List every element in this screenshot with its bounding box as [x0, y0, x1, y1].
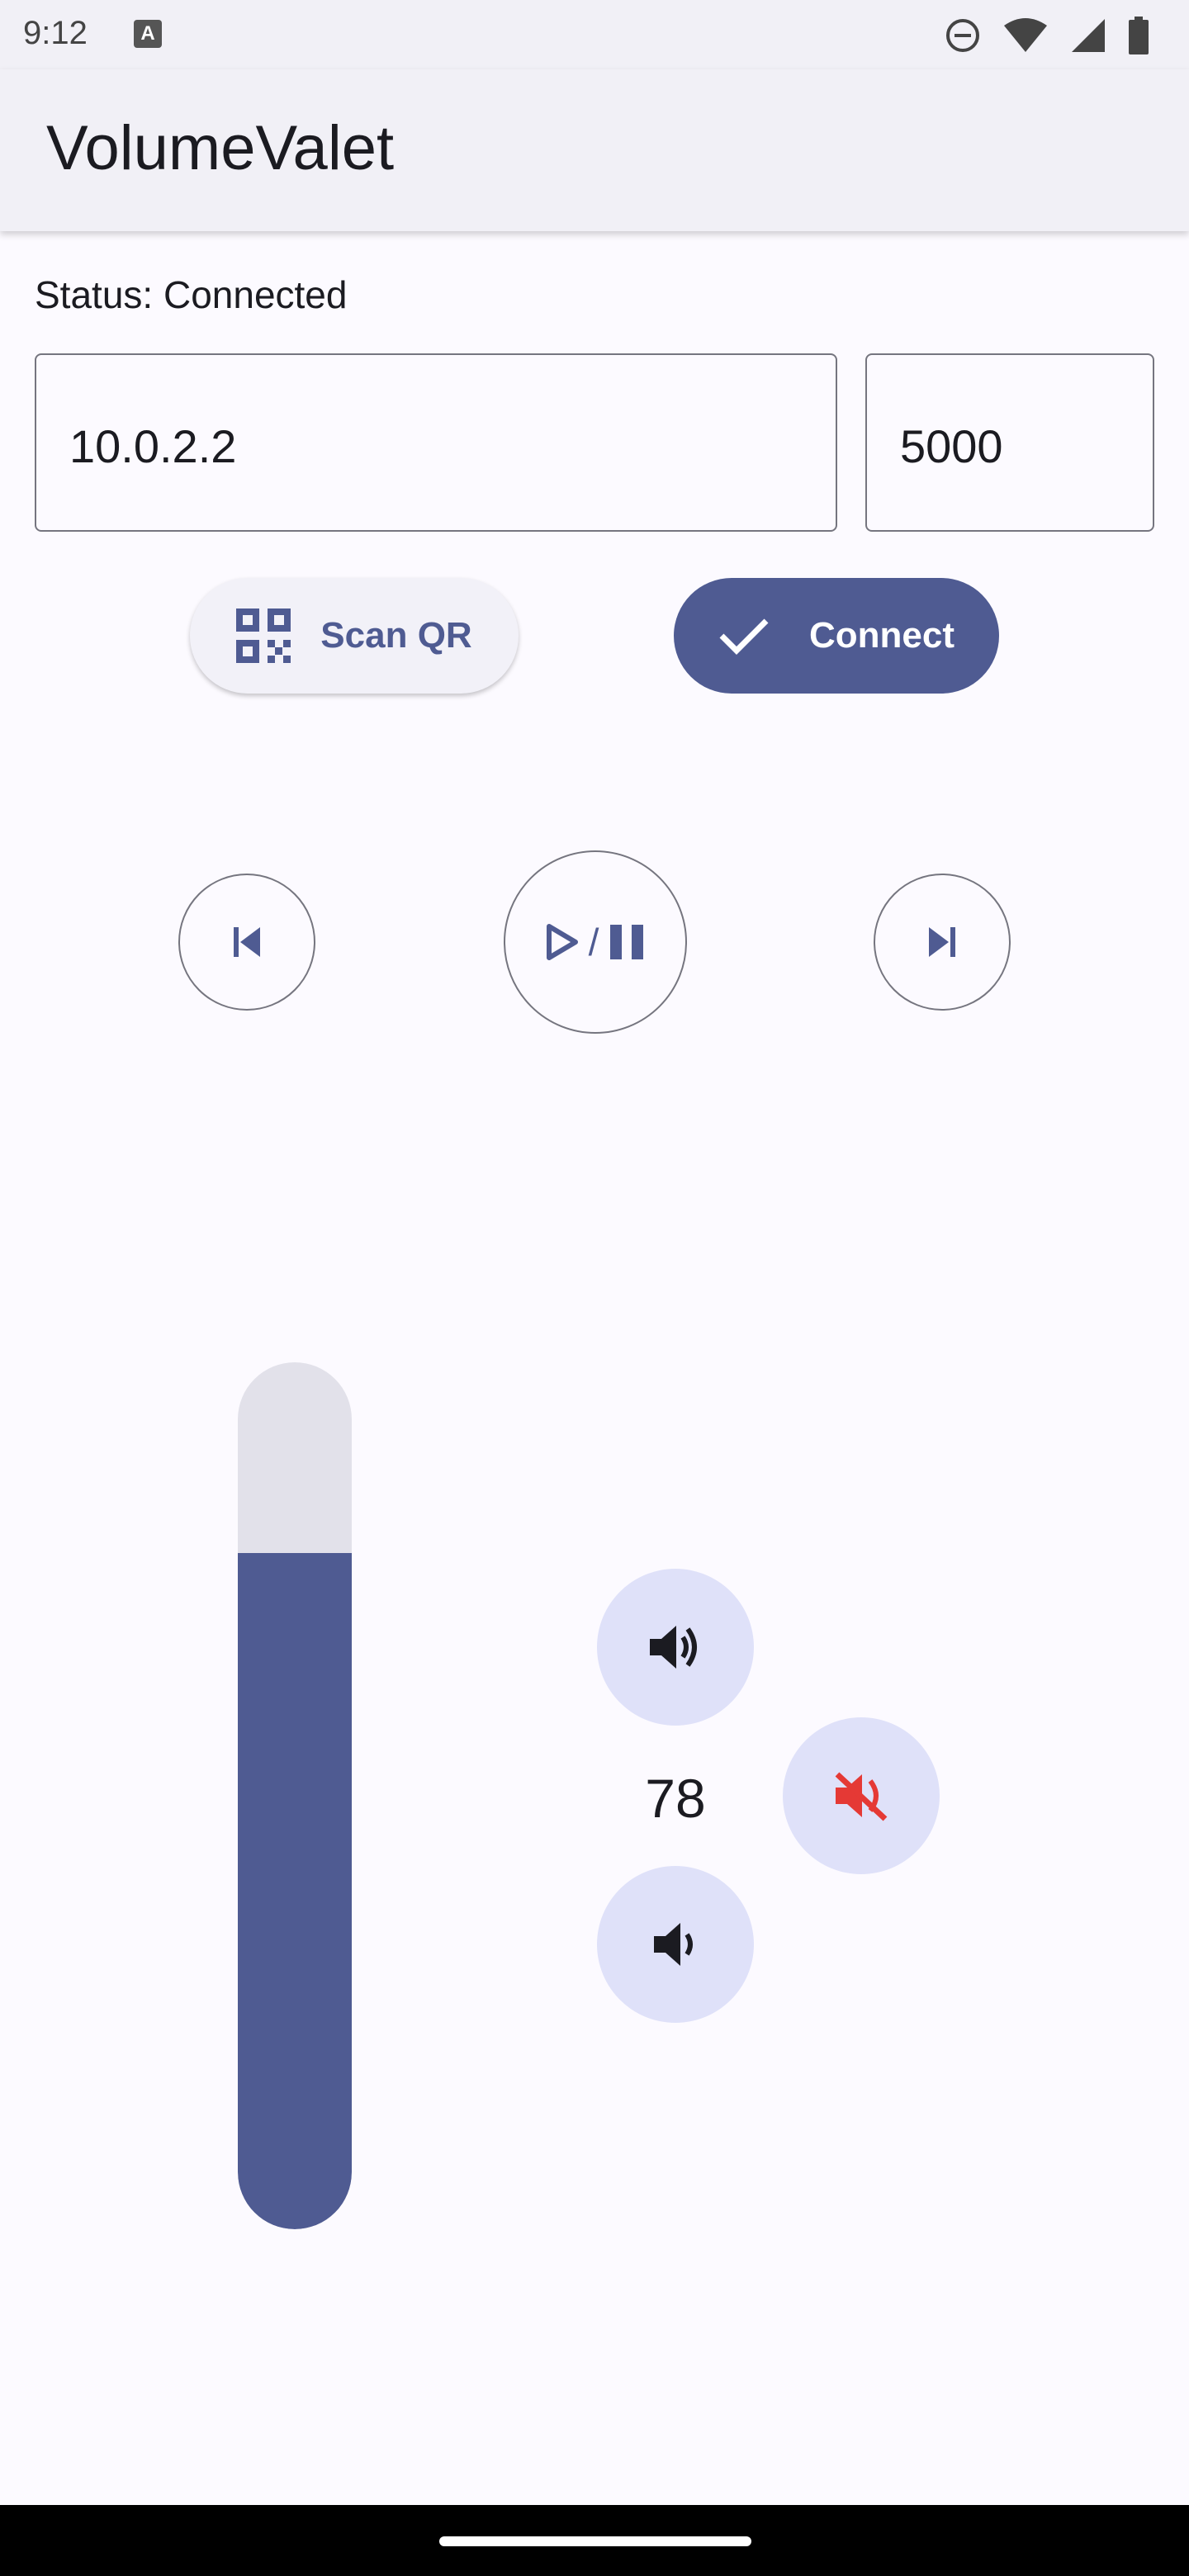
scan-qr-button[interactable]: Scan QR	[190, 578, 519, 694]
keyboard-a-icon: A	[134, 20, 162, 48]
status-icons	[945, 15, 1149, 56]
port-field[interactable]	[865, 353, 1154, 532]
home-gesture-handle[interactable]	[439, 2536, 751, 2546]
system-navigation-bar	[0, 2505, 1189, 2576]
host-field[interactable]	[35, 353, 837, 532]
volume-down-button[interactable]	[597, 1866, 754, 2023]
do-not-disturb-icon	[946, 19, 979, 52]
connect-label: Connect	[809, 615, 955, 656]
mute-button[interactable]	[783, 1717, 940, 1874]
top-app-bar: VolumeValet	[0, 69, 1189, 231]
signal-icon	[1072, 19, 1105, 52]
app-title: VolumeValet	[46, 113, 395, 183]
status-time: 9:12	[23, 15, 88, 51]
skip-previous-icon	[234, 927, 260, 957]
connect-button[interactable]: Connect	[674, 578, 999, 694]
status-bar: 9:12 A	[0, 0, 1189, 69]
volume-slider-fill	[238, 1553, 352, 2229]
previous-track-button[interactable]	[178, 874, 315, 1011]
wifi-icon	[1004, 18, 1047, 52]
host-input[interactable]	[69, 419, 819, 473]
port-input[interactable]	[900, 419, 1136, 473]
volume-slider[interactable]	[238, 1362, 352, 2229]
volume-up-icon	[650, 1626, 697, 1669]
next-track-button[interactable]	[874, 874, 1011, 1011]
play-pause-button[interactable]: /	[504, 850, 687, 1034]
battery-icon	[1129, 17, 1149, 54]
play-icon	[546, 924, 578, 960]
pause-icon	[610, 925, 644, 959]
volume-off-icon	[835, 1772, 888, 1821]
qr-code-icon	[236, 608, 291, 663]
skip-next-icon	[929, 927, 955, 957]
connection-status-text: Status: Connected	[35, 273, 348, 316]
volume-level-text: 78	[645, 1768, 706, 1829]
check-icon	[719, 618, 769, 655]
play-pause-separator: /	[588, 921, 599, 964]
volume-up-button[interactable]	[597, 1569, 754, 1726]
volume-down-icon	[654, 1923, 693, 1966]
scan-qr-label: Scan QR	[320, 615, 472, 656]
